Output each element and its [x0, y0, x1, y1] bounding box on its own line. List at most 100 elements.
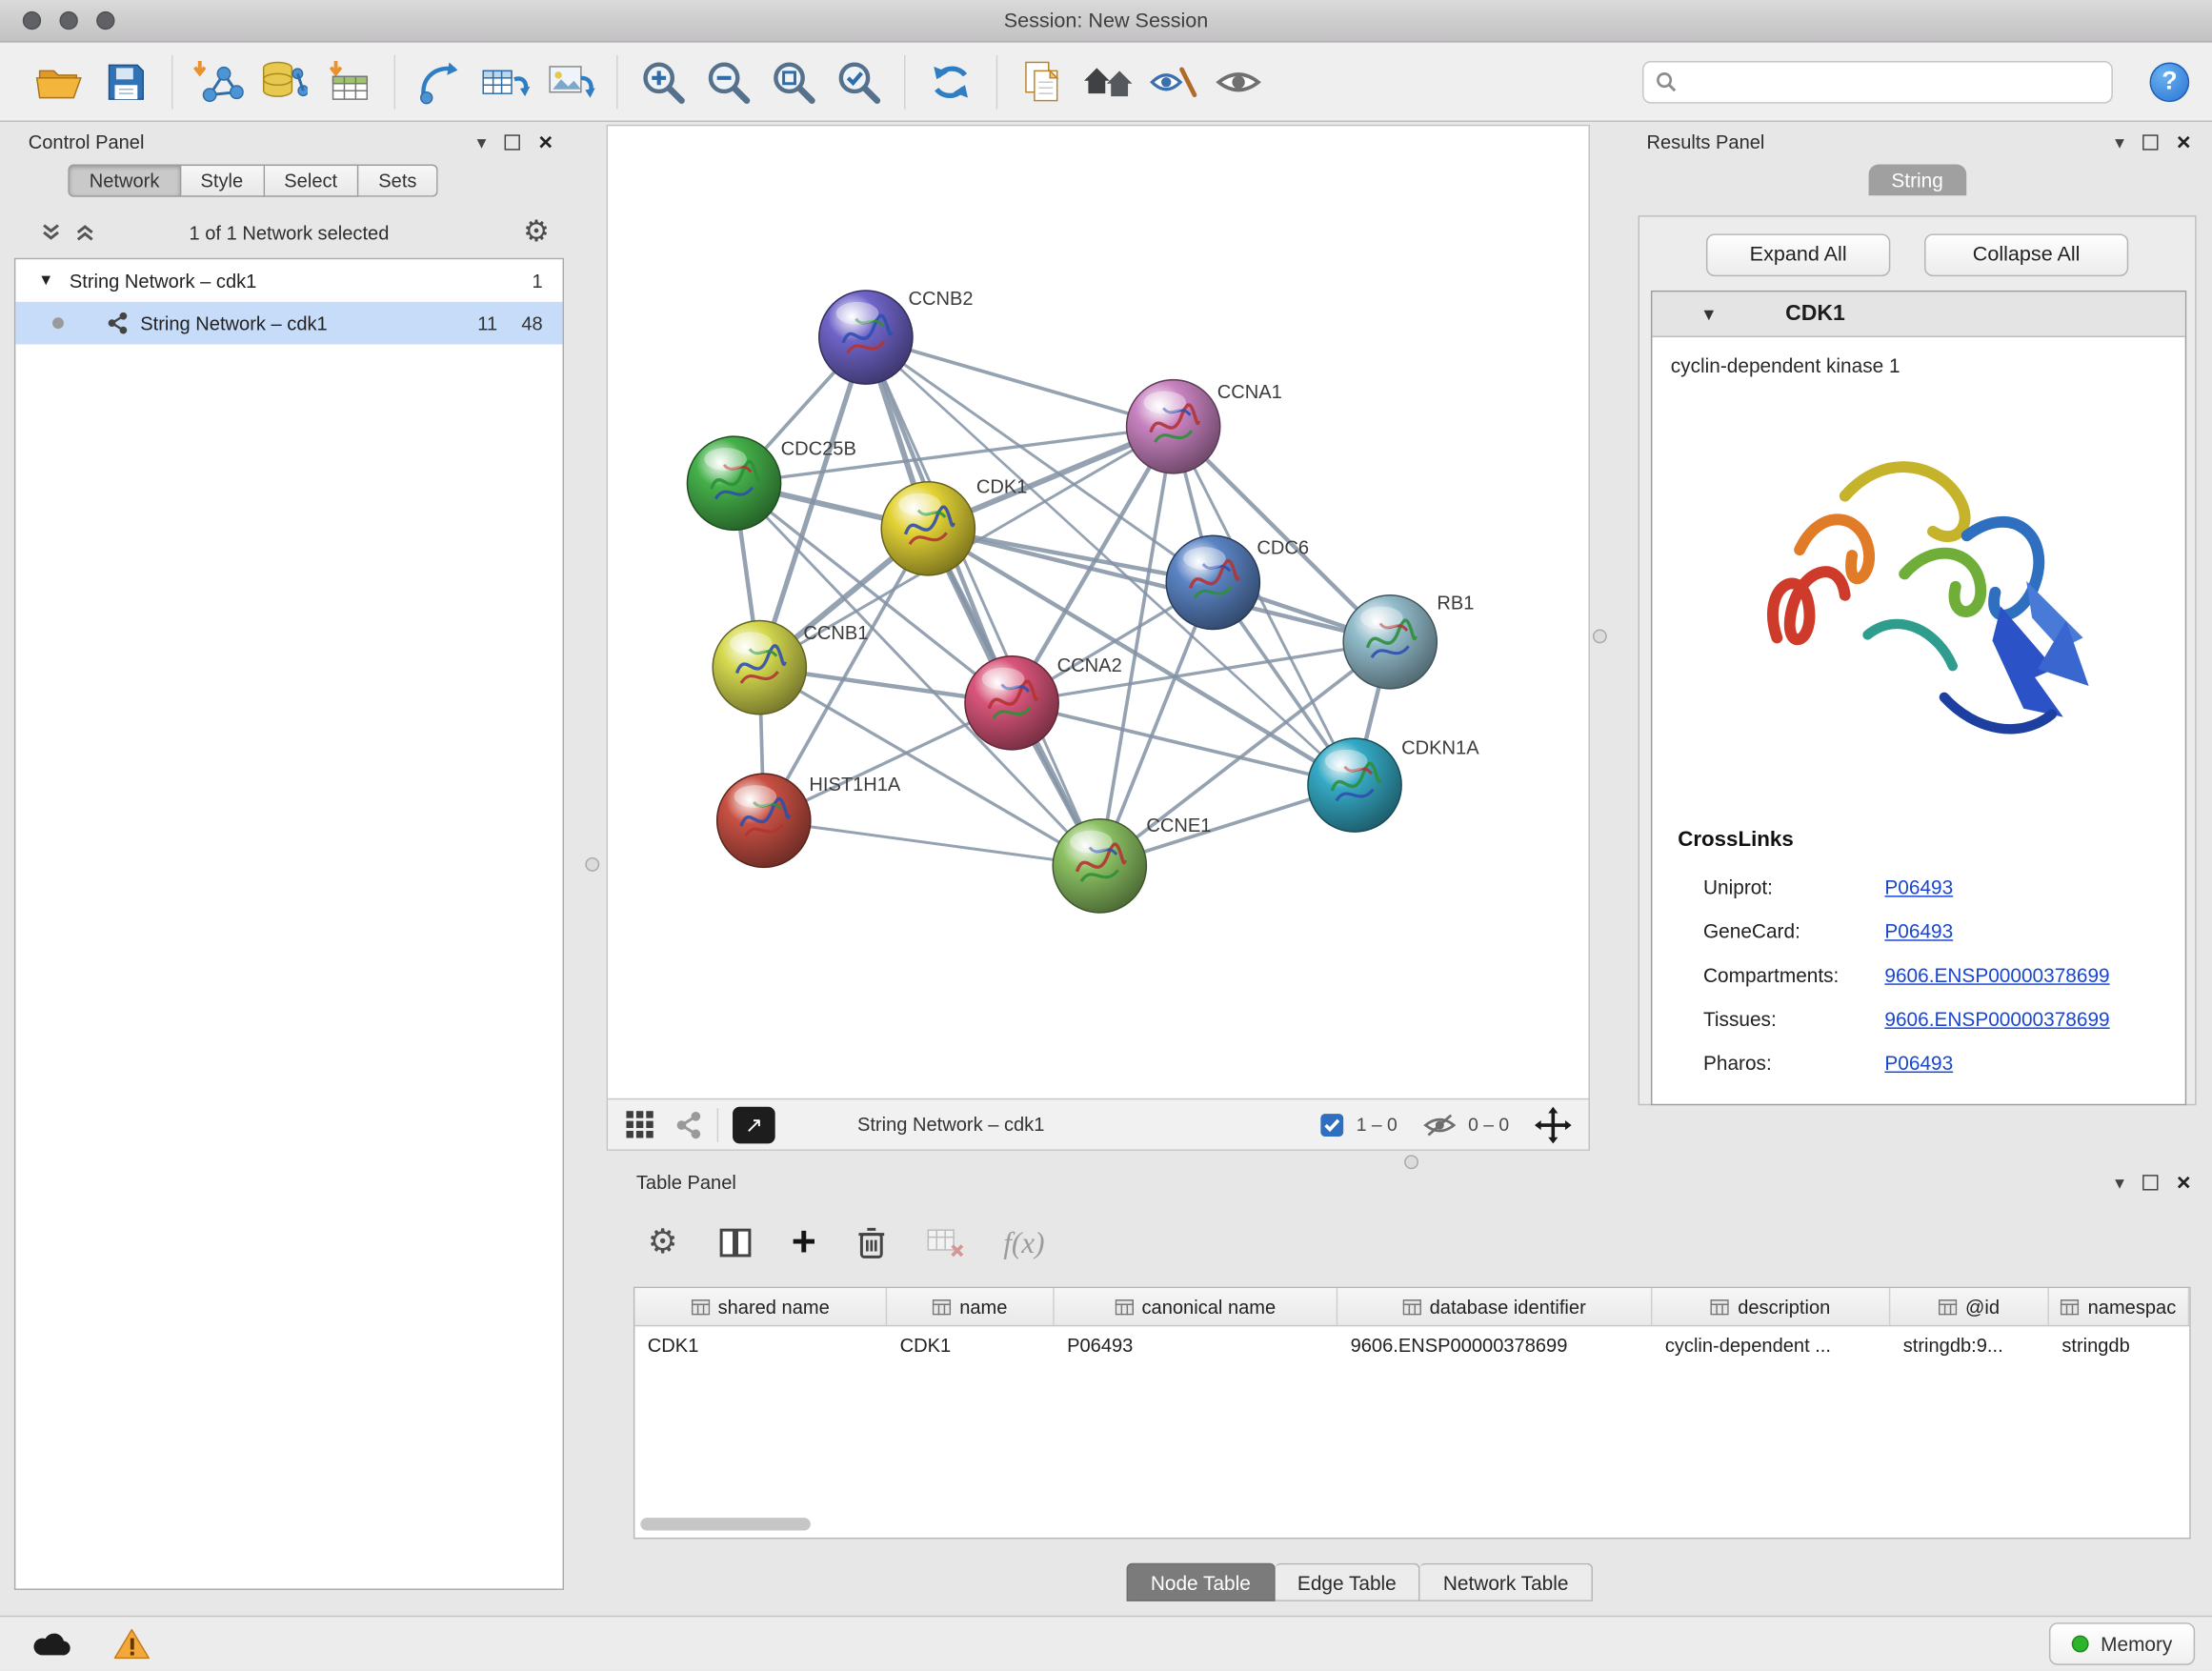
- function-builder-icon[interactable]: f(x): [1003, 1225, 1044, 1260]
- import-network-file-button[interactable]: [186, 49, 251, 113]
- import-table-icon: [325, 59, 373, 105]
- delete-column-trash-icon[interactable]: [856, 1226, 888, 1260]
- network-edge[interactable]: [866, 337, 1099, 866]
- open-session-button[interactable]: [29, 49, 93, 113]
- table-row[interactable]: CDK1CDK1P064939606.ENSP00000378699cyclin…: [634, 1326, 2189, 1363]
- panel-menu-icon[interactable]: ▾: [477, 132, 487, 151]
- search-input[interactable]: [1678, 65, 2100, 99]
- network-node[interactable]: [713, 621, 806, 715]
- network-node[interactable]: [1053, 819, 1146, 913]
- open-in-new-window-button[interactable]: ↗: [733, 1106, 775, 1143]
- crosslink-row: Compartments:9606.ENSP00000378699: [1703, 953, 2174, 997]
- panel-float-icon[interactable]: [2142, 134, 2158, 150]
- network-node[interactable]: [1308, 738, 1401, 832]
- network-edge[interactable]: [866, 337, 1174, 427]
- panel-menu-icon[interactable]: ▾: [2115, 1173, 2124, 1191]
- column-header[interactable]: canonical name: [1055, 1288, 1338, 1325]
- memory-button[interactable]: Memory: [2050, 1622, 2196, 1665]
- column-header[interactable]: @id: [1890, 1288, 2049, 1325]
- column-header[interactable]: name: [887, 1288, 1055, 1325]
- grid-view-icon[interactable]: [625, 1110, 654, 1139]
- table-arrow-icon: [480, 59, 532, 105]
- zoom-in-button[interactable]: [631, 49, 695, 113]
- save-session-button[interactable]: [93, 49, 158, 113]
- network-share-view-icon[interactable]: [674, 1110, 703, 1138]
- tree-expand-icon[interactable]: ▼: [38, 272, 58, 290]
- network-canvas[interactable]: CCNB2CCNA1CDC25BCDK1CDC6RB1CCNB1CCNA2CDK…: [608, 126, 1588, 1097]
- crosslink-row: GeneCard:P06493: [1703, 908, 2174, 952]
- add-column-icon[interactable]: +: [792, 1221, 816, 1264]
- right-splitter-handle[interactable]: [1593, 629, 1607, 643]
- panel-close-icon[interactable]: ×: [2177, 1170, 2191, 1194]
- cloud-icon[interactable]: [31, 1630, 71, 1659]
- export-table-button[interactable]: [473, 49, 538, 113]
- network-options-gear-icon[interactable]: ⚙: [523, 214, 550, 250]
- network-node[interactable]: [1343, 595, 1437, 689]
- panel-menu-icon[interactable]: ▾: [2115, 132, 2124, 151]
- string-home-button[interactable]: [1076, 49, 1140, 113]
- warning-icon[interactable]: [113, 1628, 151, 1660]
- expand-all-button[interactable]: Expand All: [1706, 233, 1890, 276]
- network-node[interactable]: [881, 482, 975, 575]
- network-row[interactable]: String Network – cdk1 11 48: [15, 302, 562, 345]
- network-node[interactable]: [687, 436, 780, 530]
- column-header[interactable]: description: [1652, 1288, 1890, 1325]
- tab-edge-table[interactable]: Edge Table: [1275, 1563, 1420, 1601]
- tab-network[interactable]: Network: [68, 165, 180, 197]
- pan-crosshair-icon[interactable]: [1535, 1106, 1572, 1143]
- entry-description: cyclin-dependent kinase 1: [1671, 354, 1900, 377]
- network-node[interactable]: [1166, 535, 1259, 629]
- network-collection-row[interactable]: ▼ String Network – cdk1 1: [15, 259, 562, 302]
- network-node[interactable]: [717, 774, 811, 867]
- network-collection-label: String Network – cdk1: [70, 270, 256, 291]
- zoom-selected-button[interactable]: [826, 49, 891, 113]
- import-network-database-button[interactable]: [251, 49, 315, 113]
- copy-network-button[interactable]: [1011, 49, 1076, 113]
- table-toolbar: ⚙ + f(x): [648, 1210, 1045, 1275]
- tab-sets[interactable]: Sets: [358, 165, 437, 197]
- crosslink-link[interactable]: P06493: [1884, 876, 1953, 898]
- new-network-from-selection-button[interactable]: [408, 49, 473, 113]
- column-header[interactable]: shared name: [634, 1288, 887, 1325]
- network-edge[interactable]: [1012, 703, 1355, 785]
- network-node[interactable]: [819, 291, 913, 384]
- show-columns-icon[interactable]: [717, 1227, 752, 1258]
- zoom-fit-button[interactable]: [761, 49, 826, 113]
- show-all-button[interactable]: [1206, 49, 1271, 113]
- crosslink-link[interactable]: P06493: [1884, 1051, 1953, 1074]
- tab-network-table[interactable]: Network Table: [1420, 1563, 1593, 1601]
- entry-header[interactable]: ▼ CDK1: [1652, 292, 2184, 337]
- tab-string[interactable]: String: [1869, 165, 1966, 196]
- tab-style[interactable]: Style: [181, 165, 265, 197]
- crosslink-link[interactable]: 9606.ENSP00000378699: [1884, 1007, 2109, 1030]
- table-options-gear-icon[interactable]: ⚙: [648, 1226, 678, 1260]
- crosslink-link[interactable]: 9606.ENSP00000378699: [1884, 963, 2109, 986]
- control-panel: Control Panel ▾ × NetworkStyleSelectSets…: [11, 125, 567, 1590]
- left-splitter-handle[interactable]: [585, 857, 599, 872]
- entry-expand-icon[interactable]: ▼: [1700, 304, 1718, 324]
- panel-close-icon[interactable]: ×: [538, 130, 553, 153]
- import-table-file-button[interactable]: [316, 49, 381, 113]
- selected-checkbox-icon[interactable]: [1319, 1112, 1345, 1137]
- column-header[interactable]: database identifier: [1337, 1288, 1652, 1325]
- help-button[interactable]: ?: [2150, 62, 2190, 102]
- network-edge[interactable]: [764, 820, 1100, 866]
- zoom-out-button[interactable]: [695, 49, 760, 113]
- hidden-eye-slash-icon[interactable]: [1423, 1112, 1458, 1137]
- bottom-splitter-handle[interactable]: [1404, 1155, 1418, 1169]
- network-node[interactable]: [1127, 380, 1220, 473]
- crosslink-link[interactable]: P06493: [1884, 919, 1953, 942]
- hide-selected-button[interactable]: [1140, 49, 1205, 113]
- panel-close-icon[interactable]: ×: [2177, 130, 2191, 153]
- collapse-all-button[interactable]: Collapse All: [1924, 233, 2128, 276]
- table-horizontal-scrollbar[interactable]: [640, 1518, 811, 1530]
- export-image-button[interactable]: [538, 49, 603, 113]
- apply-layout-button[interactable]: [918, 49, 983, 113]
- delete-table-icon[interactable]: [927, 1227, 964, 1258]
- network-node[interactable]: [965, 656, 1058, 750]
- panel-float-icon[interactable]: [2142, 1174, 2158, 1189]
- tab-node-table[interactable]: Node Table: [1127, 1563, 1276, 1601]
- tab-select[interactable]: Select: [264, 165, 358, 197]
- column-header[interactable]: namespac: [2049, 1288, 2189, 1325]
- panel-float-icon[interactable]: [505, 134, 520, 150]
